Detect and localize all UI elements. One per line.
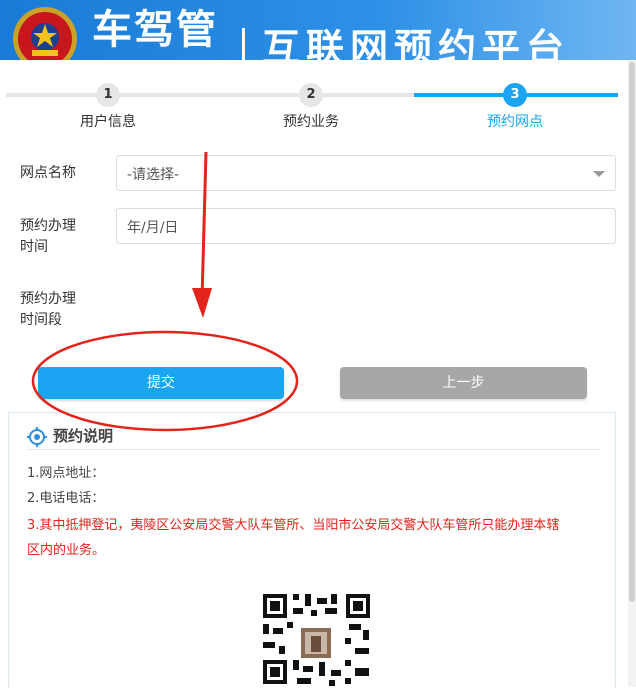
step-1-label: 用户信息 (80, 114, 136, 130)
app-header: 车驾管 互联网预约平台 (0, 0, 636, 60)
step-1-dot: 1 (96, 83, 120, 107)
progress-steps: 1 用户信息 2 预约业务 3 预约网点 (0, 80, 628, 140)
step-3-label: 预约网点 (487, 114, 543, 130)
note-address: 1.网点地址： (27, 466, 105, 481)
annotation-arrow-head (192, 288, 212, 318)
note-warning-line1: 3.其中抵押登记，夷陵区公安局交警大队车管所、当阳市公安局交警大队车管所只能办理… (27, 518, 560, 533)
time-label: 预约办理 时间 (20, 216, 76, 258)
outlet-label: 网点名称 (20, 165, 76, 181)
notes-panel: 预约说明 1.网点地址： 2.电话电话： 3.其中抵押登记，夷陵区公安局交警大队… (8, 412, 616, 688)
qr-code-image (259, 590, 374, 688)
previous-button[interactable]: 上一步 (340, 367, 587, 399)
step-3-dot: 3 (503, 83, 527, 107)
time-label-line1: 预约办理 (20, 218, 76, 234)
date-input[interactable]: 年/月/日 (116, 208, 616, 244)
date-input-placeholder: 年/月/日 (127, 220, 179, 236)
police-emblem-icon (13, 7, 77, 60)
period-label: 预约办理 时间段 (20, 289, 76, 331)
note-phone: 2.电话电话： (27, 491, 105, 506)
period-label-line2: 时间段 (20, 312, 62, 328)
notes-title: 预约说明 (53, 427, 114, 445)
period-label-line1: 预约办理 (20, 291, 76, 307)
submit-button[interactable]: 提交 (38, 367, 284, 399)
notes-header: 预约说明 (27, 425, 599, 450)
chevron-down-icon (593, 171, 605, 177)
header-divider (242, 28, 245, 60)
step-2-label: 预约业务 (283, 114, 339, 130)
outlet-select-value: -请选择- (127, 167, 180, 183)
note-warning-line2: 区内的业务。 (27, 543, 106, 558)
step-2-dot: 2 (299, 83, 323, 107)
step-track-inactive (6, 93, 414, 97)
scrollbar-thumb[interactable] (629, 62, 635, 602)
outlet-select[interactable]: -请选择- (116, 155, 616, 191)
platform-title: 互联网预约平台 (262, 26, 571, 60)
brand-title: 车驾管 (92, 7, 218, 53)
location-target-icon (27, 427, 47, 447)
time-label-line2: 时间 (20, 239, 48, 255)
